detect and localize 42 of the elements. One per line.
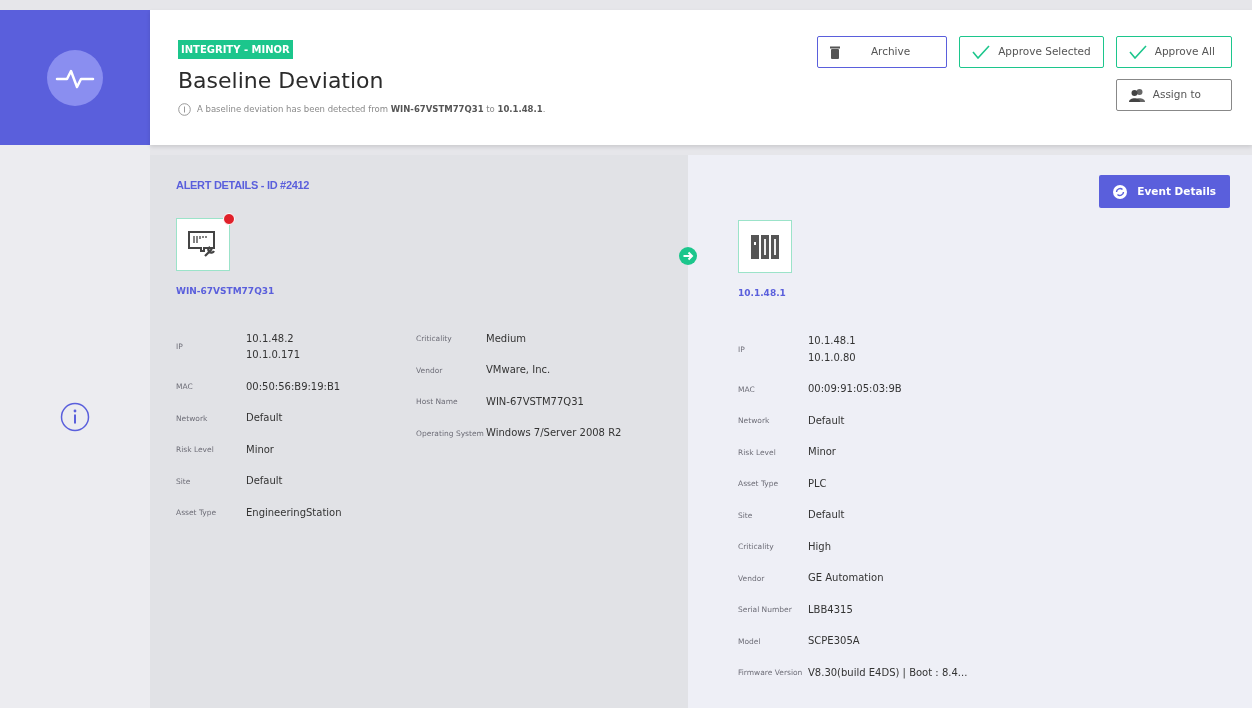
approve-button[interactable]: Approve Selected	[959, 36, 1104, 68]
pulse-icon	[45, 47, 105, 108]
property-value: Default	[246, 474, 283, 488]
property-value: PLC	[808, 476, 827, 491]
asset-name-link[interactable]: 10.1.48.1	[738, 287, 786, 301]
approve-button[interactable]: Approve All	[1115, 36, 1232, 68]
property-value: High	[808, 539, 831, 554]
archive-button[interactable]: Archive	[817, 36, 948, 68]
check-icon	[1128, 45, 1147, 59]
property-value: V8.30(build E4DS) | Boot : 8.4...	[808, 665, 968, 681]
property-value: Minor	[808, 445, 836, 459]
property-value: VMware, Inc.	[486, 363, 551, 377]
property-value: Windows 7/Server 2008 R2	[486, 426, 622, 440]
property-value: 00:09:91:05:03:9B	[808, 382, 902, 396]
check-icon	[972, 45, 991, 59]
users-icon	[1128, 88, 1145, 102]
alert-title: Baseline Deviation	[178, 67, 385, 95]
event-details-button[interactable]: Event Details	[1099, 175, 1230, 208]
property-value: LBB4315	[808, 602, 853, 617]
refresh-icon	[1113, 184, 1128, 199]
info-icon	[178, 103, 191, 116]
property-value: SCPE305A	[808, 634, 860, 648]
property-value: Default	[246, 411, 283, 425]
property-value: 10.1.48.2 10.1.0.171	[246, 331, 301, 362]
assign-button[interactable]: Assign to	[1115, 79, 1232, 111]
property-value: EngineeringStation	[246, 505, 342, 520]
severity-tag: INTEGRITY - MINOR	[178, 40, 293, 59]
panel-title: ALERT DETAILS - ID #2412	[176, 178, 311, 193]
property-value: 10.1.48.1 10.1.0.80	[808, 334, 856, 365]
property-value: Default	[808, 413, 845, 428]
info-icon[interactable]	[60, 401, 90, 432]
property-value: Medium	[486, 331, 526, 346]
property-value: Minor	[246, 442, 274, 457]
trash-icon	[830, 45, 841, 59]
alert-description: A baseline deviation has been detected from WIN-67VSTM77Q31 to 10.1.48.1.	[197, 103, 546, 116]
plc-icon	[751, 233, 779, 260]
property-value: Default	[808, 508, 845, 522]
property-value: 00:50:56:B9:19:B1	[246, 379, 341, 394]
asset-name-link[interactable]: WIN-67VSTM77Q31	[176, 284, 275, 298]
property-value: GE Automation	[808, 571, 884, 585]
property-value: WIN-67VSTM77Q31	[486, 394, 584, 409]
workstation-icon	[188, 230, 218, 258]
